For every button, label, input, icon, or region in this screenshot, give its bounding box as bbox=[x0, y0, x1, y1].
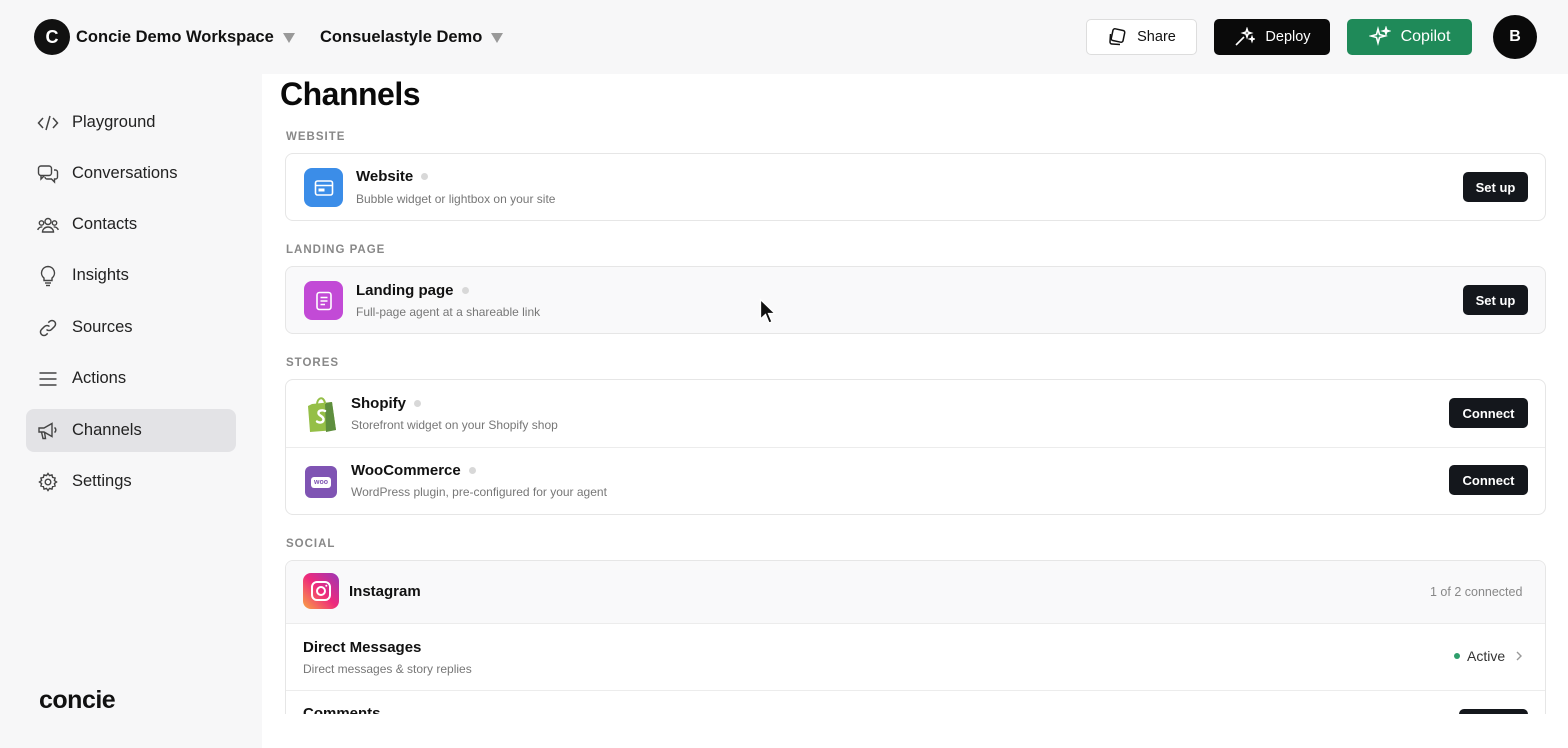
share-label: Share bbox=[1137, 29, 1176, 45]
section-label-stores: STORES bbox=[286, 357, 340, 369]
copilot-label: Copilot bbox=[1400, 28, 1451, 45]
sidebar-item-contacts[interactable]: Contacts bbox=[26, 203, 236, 246]
top-bar: C Concie Demo Workspace Consuelastyle De… bbox=[0, 0, 1568, 74]
instagram-connected-count: 1 of 2 connected bbox=[1430, 585, 1523, 599]
status-dot bbox=[461, 287, 469, 294]
sidebar-item-label: Insights bbox=[72, 266, 129, 284]
document-icon bbox=[304, 281, 343, 320]
website-setup-button[interactable]: Set up bbox=[1463, 172, 1528, 202]
landing-page-card: Landing page Full-page agent at a sharea… bbox=[285, 266, 1546, 334]
instagram-title: Instagram bbox=[349, 583, 421, 600]
status-dot bbox=[468, 467, 476, 474]
section-label-website: WEBSITE bbox=[286, 131, 346, 143]
share-button[interactable]: Share bbox=[1086, 19, 1197, 55]
chat-bubbles-icon bbox=[37, 163, 59, 185]
woo-icon-text: woo bbox=[311, 476, 331, 488]
active-status: Active bbox=[1454, 648, 1523, 664]
channel-title: Landing page bbox=[356, 282, 469, 299]
direct-messages-description: Direct messages & story replies bbox=[303, 662, 472, 676]
sidebar-item-sources[interactable]: Sources bbox=[26, 306, 236, 349]
website-card: Website Bubble widget or lightbox on you… bbox=[285, 153, 1546, 221]
stores-card: Shopify Storefront widget on your Shopif… bbox=[285, 379, 1546, 515]
share-icon bbox=[1109, 28, 1126, 46]
woocommerce-title: WooCommerce bbox=[351, 462, 461, 479]
mouse-cursor-icon bbox=[759, 298, 777, 324]
woocommerce-description: WordPress plugin, pre-configured for you… bbox=[351, 485, 607, 499]
sidebar-item-label: Contacts bbox=[72, 215, 138, 233]
users-icon bbox=[37, 214, 59, 236]
instagram-header-row bbox=[286, 561, 1545, 623]
woocommerce-icon: woo bbox=[305, 466, 337, 498]
section-label-landing: LANDING PAGE bbox=[286, 244, 386, 256]
instagram-icon bbox=[303, 573, 339, 609]
channel-title: Shopify bbox=[351, 395, 421, 412]
code-icon bbox=[37, 112, 59, 134]
browser-window-icon bbox=[304, 168, 343, 207]
sidebar-item-channels[interactable]: Channels bbox=[26, 409, 236, 452]
active-dot bbox=[1454, 653, 1460, 659]
list-icon bbox=[37, 368, 59, 390]
scroll-fade bbox=[262, 714, 1568, 748]
concie-logo: concie bbox=[39, 686, 116, 714]
workspace-avatar: C bbox=[34, 19, 70, 55]
gear-icon bbox=[37, 471, 59, 493]
sidebar-item-label: Sources bbox=[72, 318, 133, 336]
status-dot bbox=[414, 400, 421, 407]
sidebar-item-label: Conversations bbox=[72, 164, 178, 182]
landing-description: Full-page agent at a shareable link bbox=[356, 305, 541, 319]
website-title: Website bbox=[356, 168, 414, 185]
active-status-label: Active bbox=[1467, 648, 1506, 664]
project-name: Consuelastyle Demo bbox=[320, 27, 483, 46]
sidebar-item-insights[interactable]: Insights bbox=[26, 254, 236, 297]
sparkle-icon bbox=[1368, 26, 1391, 47]
direct-messages-title: Direct Messages bbox=[303, 639, 422, 656]
chevron-right-icon bbox=[1516, 651, 1523, 661]
landing-setup-button[interactable]: Set up bbox=[1463, 285, 1528, 315]
channel-title: Website bbox=[356, 168, 429, 185]
sidebar-item-label: Actions bbox=[72, 369, 127, 387]
row-divider bbox=[286, 447, 1545, 448]
sidebar: Playground Conversations Contacts Insigh… bbox=[0, 74, 262, 748]
user-avatar[interactable]: B bbox=[1493, 15, 1537, 59]
direct-messages-row[interactable] bbox=[286, 624, 1545, 691]
shopify-description: Storefront widget on your Shopify shop bbox=[351, 418, 558, 432]
page-title: Channels bbox=[280, 76, 421, 112]
channel-title: WooCommerce bbox=[351, 462, 476, 479]
row-divider bbox=[286, 690, 1545, 691]
lightbulb-icon bbox=[37, 265, 59, 287]
link-icon bbox=[37, 317, 59, 339]
megaphone-icon bbox=[37, 420, 59, 442]
deploy-label: Deploy bbox=[1265, 29, 1311, 45]
sparkle-wand-icon bbox=[1235, 27, 1256, 46]
sidebar-item-settings[interactable]: Settings bbox=[26, 460, 236, 503]
landing-title: Landing page bbox=[356, 282, 454, 299]
copilot-button[interactable]: Copilot bbox=[1347, 19, 1472, 55]
section-label-social: SOCIAL bbox=[286, 538, 336, 550]
project-switcher[interactable]: Consuelastyle Demo bbox=[320, 19, 504, 55]
woocommerce-connect-button[interactable]: Connect bbox=[1449, 465, 1528, 495]
shopify-connect-button[interactable]: Connect bbox=[1449, 398, 1528, 428]
sidebar-item-label: Playground bbox=[72, 113, 156, 131]
sidebar-item-label: Settings bbox=[72, 472, 132, 490]
chevron-down-icon bbox=[491, 33, 504, 43]
workspace-switcher[interactable]: C Concie Demo Workspace bbox=[34, 19, 295, 55]
shopify-title: Shopify bbox=[351, 395, 406, 412]
chevron-down-icon bbox=[282, 33, 295, 43]
sidebar-item-actions[interactable]: Actions bbox=[26, 357, 236, 400]
status-dot bbox=[421, 173, 429, 180]
shopify-icon bbox=[302, 395, 341, 434]
main-content: Channels WEBSITE Website Bubble widget o… bbox=[262, 74, 1568, 748]
workspace-name: Concie Demo Workspace bbox=[76, 27, 274, 46]
website-description: Bubble widget or lightbox on your site bbox=[356, 192, 556, 206]
sidebar-item-playground[interactable]: Playground bbox=[26, 101, 236, 144]
deploy-button[interactable]: Deploy bbox=[1214, 19, 1330, 55]
sidebar-item-label: Channels bbox=[72, 421, 142, 439]
sidebar-item-conversations[interactable]: Conversations bbox=[26, 152, 236, 195]
